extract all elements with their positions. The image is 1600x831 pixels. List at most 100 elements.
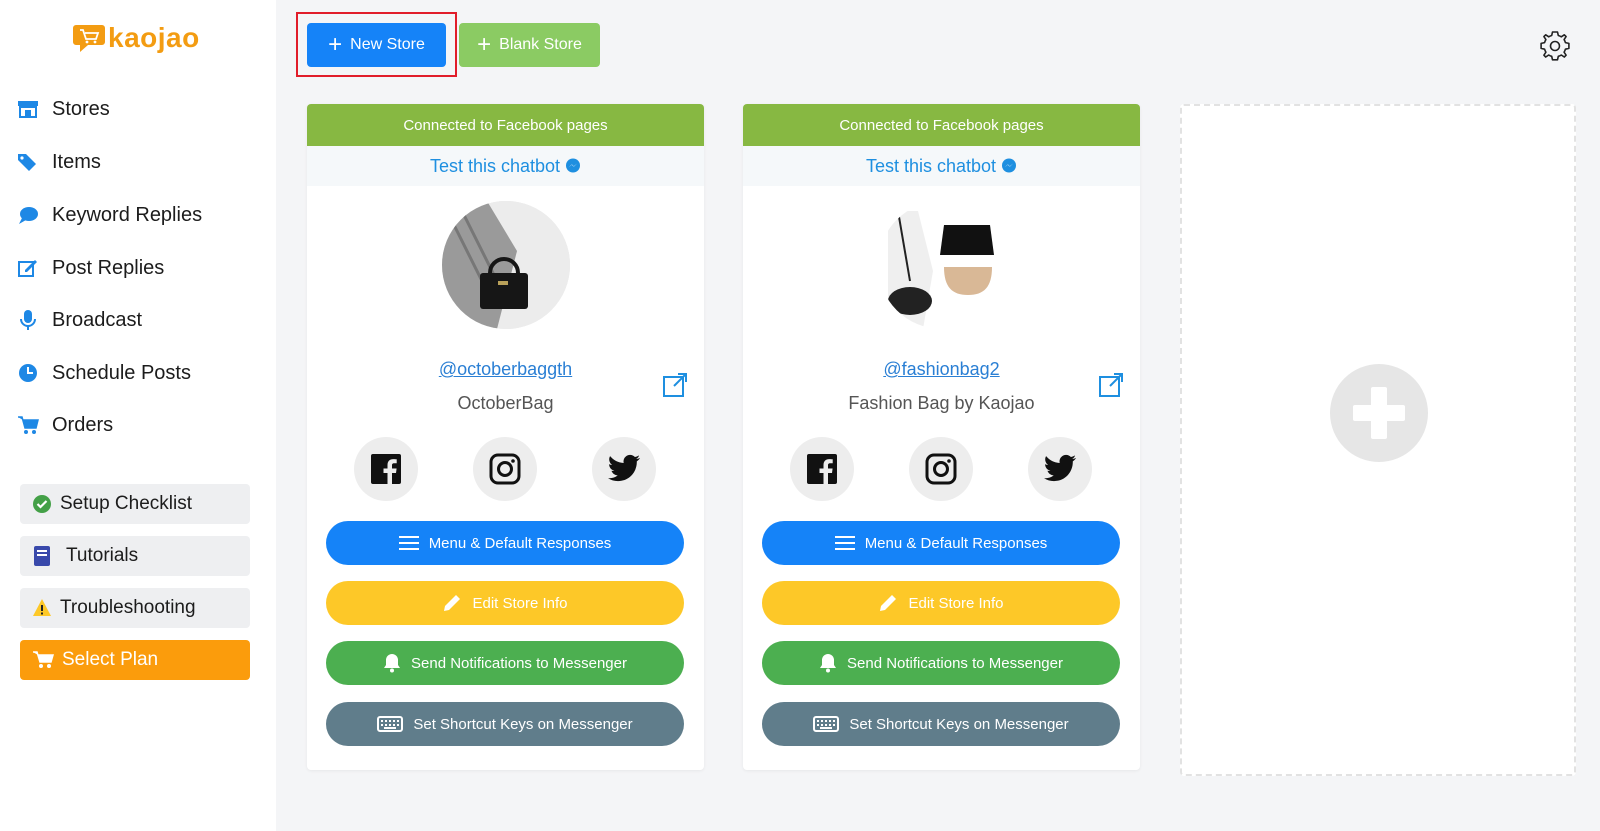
menu-icon — [398, 535, 419, 551]
cart-icon — [33, 651, 54, 668]
setup-checklist-button[interactable]: Setup Checklist — [20, 484, 250, 524]
twitter-icon — [1043, 454, 1077, 482]
tutorials-button[interactable]: Tutorials — [20, 536, 250, 576]
troubleshooting-label: Troubleshooting — [60, 597, 196, 618]
shortcut-keys-button[interactable]: Set Shortcut Keys on Messenger — [326, 702, 684, 746]
setup-checklist-label: Setup Checklist — [60, 493, 193, 514]
store-avatar — [442, 201, 570, 329]
select-plan-label: Select Plan — [62, 649, 159, 670]
gear-icon[interactable] — [1539, 30, 1571, 62]
store-card: Connected to Facebook pages Test this ch… — [743, 104, 1140, 770]
add-store-card[interactable] — [1180, 104, 1576, 776]
facebook-icon — [371, 454, 401, 484]
menu-icon — [834, 535, 855, 551]
facebook-button[interactable] — [790, 437, 854, 501]
send-notifications-label: Send Notifications to Messenger — [847, 654, 1063, 672]
instagram-button[interactable] — [473, 437, 537, 501]
connection-status: Connected to Facebook pages — [743, 104, 1140, 146]
facebook-icon — [807, 454, 837, 484]
external-link-icon[interactable] — [662, 372, 688, 398]
new-store-label: New Store — [350, 36, 425, 53]
nav-label: Orders — [52, 413, 114, 436]
microphone-icon — [16, 308, 40, 332]
edit-store-info-label: Edit Store Info — [908, 594, 1004, 612]
troubleshooting-button[interactable]: Troubleshooting — [20, 588, 250, 628]
test-chatbot-label: Test this chatbot — [865, 155, 997, 176]
cart-icon — [16, 413, 40, 437]
connection-status: Connected to Facebook pages — [307, 104, 704, 146]
menu-default-responses-label: Menu & Default Responses — [428, 534, 612, 552]
check-circle-icon — [33, 495, 51, 513]
bell-icon — [819, 653, 837, 673]
handbag-photo — [878, 201, 1006, 329]
tutorials-label: Tutorials — [66, 545, 139, 566]
nav-label: Items — [52, 150, 101, 173]
new-store-button[interactable]: + New Store — [307, 23, 446, 67]
edit-store-info-button[interactable]: Edit Store Info — [326, 581, 684, 625]
test-chatbot-link[interactable]: Test this chatbot — [743, 146, 1140, 186]
twitter-button[interactable] — [1028, 437, 1092, 501]
twitter-icon — [607, 454, 641, 482]
nav-items[interactable]: Items — [16, 142, 101, 182]
external-link-icon[interactable] — [1098, 372, 1124, 398]
shortcut-keys-label: Set Shortcut Keys on Messenger — [413, 715, 633, 733]
store-avatar — [878, 201, 1006, 329]
tags-icon — [16, 150, 40, 174]
kaojao-logo[interactable]: kaojao — [72, 22, 200, 54]
messenger-icon — [1002, 158, 1017, 173]
nav-broadcast[interactable]: Broadcast — [16, 300, 142, 340]
edit-store-info-button[interactable]: Edit Store Info — [762, 581, 1120, 625]
shortcut-keys-label: Set Shortcut Keys on Messenger — [849, 715, 1069, 733]
cart-bubble-logo-icon — [73, 25, 105, 52]
menu-default-responses-label: Menu & Default Responses — [864, 534, 1048, 552]
clock-icon — [16, 361, 40, 385]
blank-store-button[interactable]: + Blank Store — [459, 23, 600, 67]
store-card: Connected to Facebook pages Test this ch… — [307, 104, 704, 770]
instagram-icon — [489, 453, 521, 485]
nav-label: Schedule Posts — [52, 361, 191, 384]
bell-icon — [383, 653, 401, 673]
store-name: Fashion Bag by Kaojao — [848, 393, 1035, 413]
menu-default-responses-button[interactable]: Menu & Default Responses — [762, 521, 1120, 565]
send-notifications-button[interactable]: Send Notifications to Messenger — [762, 641, 1120, 685]
edit-icon — [16, 256, 40, 280]
nav-label: Broadcast — [52, 308, 143, 331]
shortcut-keys-button[interactable]: Set Shortcut Keys on Messenger — [762, 702, 1120, 746]
test-chatbot-link[interactable]: Test this chatbot — [307, 146, 704, 186]
messenger-icon — [566, 158, 581, 173]
keyboard-icon — [377, 716, 404, 732]
instagram-icon — [925, 453, 957, 485]
store-name: OctoberBag — [457, 393, 554, 413]
sidebar: kaojao Stores Items Keyword Replies Post… — [0, 0, 276, 831]
plus-icon: + — [477, 31, 492, 58]
store-handle-link[interactable]: @octoberbaggth — [307, 359, 704, 380]
store-icon — [16, 97, 40, 121]
nav-keyword-replies[interactable]: Keyword Replies — [16, 195, 202, 235]
pencil-icon — [442, 593, 462, 613]
select-plan-button[interactable]: Select Plan — [20, 640, 250, 680]
plus-icon: + — [328, 31, 343, 58]
nav-schedule-posts[interactable]: Schedule Posts — [16, 353, 191, 393]
nav-stores[interactable]: Stores — [16, 89, 110, 129]
pencil-icon — [878, 593, 898, 613]
nav-post-replies[interactable]: Post Replies — [16, 248, 164, 288]
comment-icon — [16, 203, 40, 227]
add-icon — [1330, 364, 1428, 462]
nav-label: Post Replies — [52, 256, 165, 279]
keyboard-icon — [813, 716, 840, 732]
send-notifications-label: Send Notifications to Messenger — [411, 654, 627, 672]
menu-default-responses-button[interactable]: Menu & Default Responses — [326, 521, 684, 565]
facebook-button[interactable] — [354, 437, 418, 501]
twitter-button[interactable] — [592, 437, 656, 501]
blank-store-label: Blank Store — [499, 36, 582, 53]
store-handle-link[interactable]: @fashionbag2 — [743, 359, 1140, 380]
handbag-photo — [442, 201, 570, 329]
edit-store-info-label: Edit Store Info — [472, 594, 568, 612]
test-chatbot-label: Test this chatbot — [429, 155, 561, 176]
nav-orders[interactable]: Orders — [16, 405, 113, 445]
nav-label: Stores — [52, 97, 110, 120]
instagram-button[interactable] — [909, 437, 973, 501]
logo-text: kaojao — [108, 22, 200, 53]
nav-label: Keyword Replies — [52, 203, 203, 226]
send-notifications-button[interactable]: Send Notifications to Messenger — [326, 641, 684, 685]
